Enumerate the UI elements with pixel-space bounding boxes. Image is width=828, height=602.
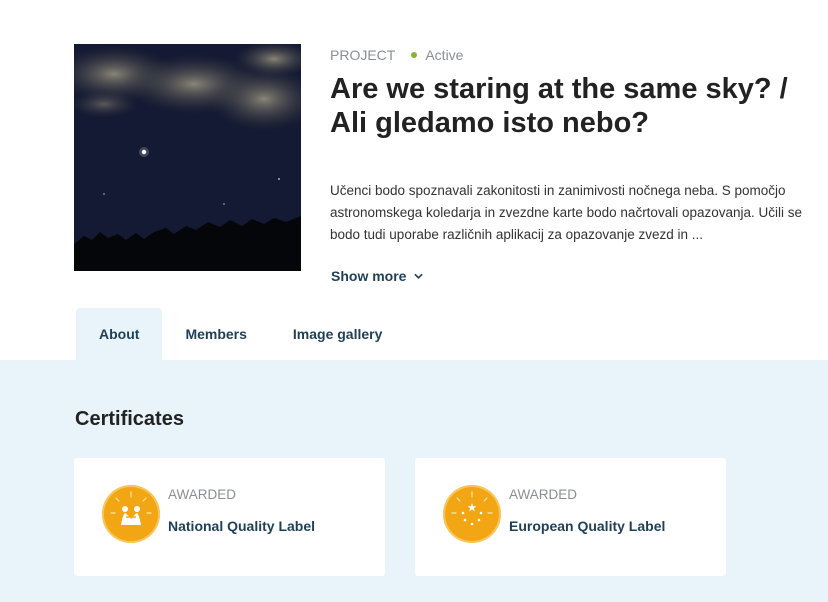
certificate-status: AWARDED bbox=[168, 487, 237, 502]
tab-about[interactable]: About bbox=[76, 308, 163, 360]
tab-image-gallery[interactable]: Image gallery bbox=[270, 308, 406, 360]
project-meta: PROJECT Active bbox=[330, 47, 463, 63]
certificates-heading: Certificates bbox=[75, 408, 184, 430]
certificate-name[interactable]: European Quality Label bbox=[509, 518, 665, 534]
project-image bbox=[74, 44, 301, 271]
european-quality-icon bbox=[443, 485, 501, 543]
certificate-card-national[interactable]: AWARDED National Quality Label bbox=[74, 458, 385, 576]
certificate-name[interactable]: National Quality Label bbox=[168, 518, 315, 534]
tab-members[interactable]: Members bbox=[162, 308, 269, 360]
certificate-card-european[interactable]: AWARDED European Quality Label bbox=[415, 458, 726, 576]
chevron-down-icon bbox=[415, 273, 423, 279]
show-more-button[interactable]: Show more bbox=[331, 268, 423, 284]
project-type-label: PROJECT bbox=[330, 47, 396, 63]
project-title: Are we staring at the same sky? / Ali gl… bbox=[330, 73, 788, 139]
show-more-label: Show more bbox=[331, 268, 407, 284]
night-sky-photo bbox=[74, 44, 301, 271]
project-tabs: About Members Image gallery bbox=[76, 308, 405, 360]
project-description: Učenci bodo spoznavali zakonitosti in za… bbox=[330, 183, 803, 242]
certificate-status: AWARDED bbox=[509, 487, 578, 502]
status-dot-icon bbox=[411, 52, 418, 58]
project-status: Active bbox=[425, 47, 464, 63]
national-quality-icon bbox=[102, 485, 160, 543]
